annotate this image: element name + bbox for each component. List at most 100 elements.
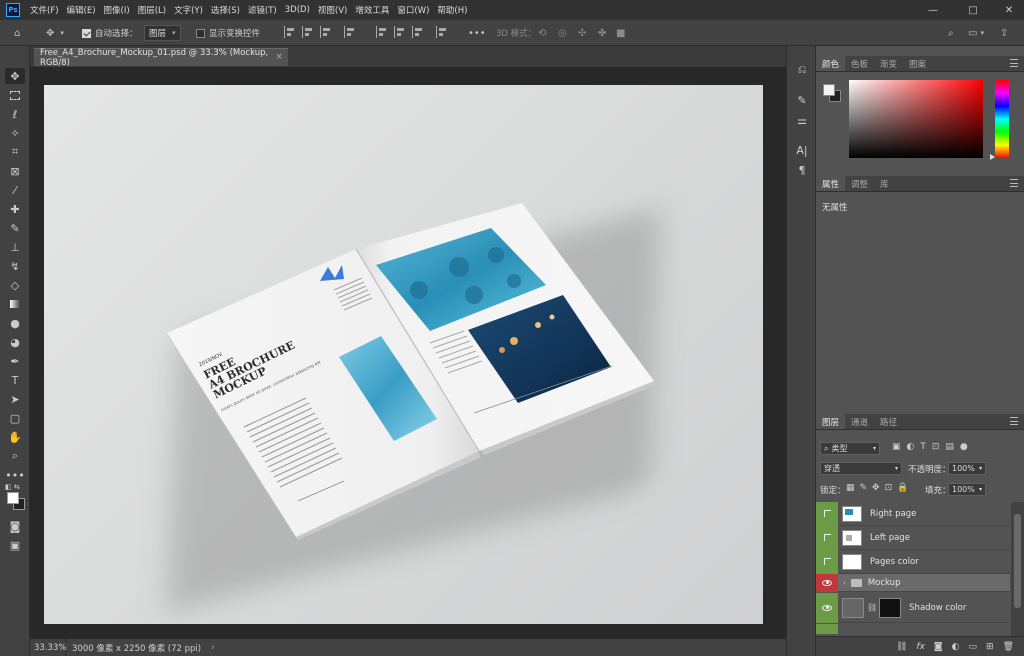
gradient-tool-icon[interactable] — [5, 296, 25, 312]
3d-slide-icon[interactable]: ✤ — [598, 20, 606, 46]
expand-group-chevron-icon[interactable]: › — [843, 579, 846, 587]
menu-view[interactable]: 视图(V) — [314, 4, 351, 16]
brush-tool-icon[interactable]: ✎ — [5, 220, 25, 236]
zoom-tool-icon[interactable]: ⌕ — [5, 448, 25, 464]
tab-channels[interactable]: 通道 — [845, 414, 874, 429]
layers-scrollbar-thumb[interactable] — [1014, 514, 1021, 608]
quick-mask-icon[interactable]: ◙ — [5, 518, 25, 534]
close-window-button[interactable]: ✕ — [996, 0, 1022, 20]
menu-edit[interactable]: 编辑(E) — [63, 4, 100, 16]
screen-mode-icon[interactable]: ▣ — [5, 537, 25, 553]
3d-roll-icon[interactable]: ◎ — [558, 20, 567, 46]
close-tab-icon[interactable]: × — [275, 52, 283, 62]
distribute-vertical-icon[interactable] — [436, 26, 448, 38]
layer-row-shadow-color[interactable]: ⛓ Shadow color — [816, 592, 1010, 623]
maximize-button[interactable]: □ — [960, 0, 986, 20]
distribute-icon[interactable] — [344, 26, 356, 38]
hue-slider[interactable] — [995, 80, 1009, 158]
healing-brush-tool-icon[interactable]: ✚ — [5, 201, 25, 217]
layer-visibility-toggle[interactable] — [816, 525, 838, 550]
layer-filter-icons[interactable]: ▣◐T⊡▤● — [892, 442, 974, 452]
panel-menu-icon[interactable] — [1010, 59, 1018, 67]
status-menu-arrow-icon[interactable]: › — [211, 643, 214, 653]
document-tab[interactable]: Free_A4_Brochure_Mockup_01.psd @ 33.3% (… — [34, 48, 288, 68]
frame-tool-icon[interactable]: ⊠ — [5, 163, 25, 179]
rectangle-tool-icon[interactable]: ▢ — [5, 410, 25, 426]
pen-tool-icon[interactable]: ✒ — [5, 353, 25, 369]
dodge-tool-icon[interactable]: ◕ — [5, 334, 25, 350]
clone-stamp-tool-icon[interactable]: ⊥ — [5, 239, 25, 255]
auto-select-checkbox[interactable]: 自动选择： — [82, 20, 138, 46]
layer-row-mockup-group[interactable]: › Mockup — [816, 573, 1010, 592]
move-tool-icon[interactable]: ✥ — [5, 68, 25, 84]
layer-visibility-toggle[interactable] — [816, 573, 838, 592]
layer-visibility-toggle[interactable] — [816, 501, 838, 526]
adjustment-layer-icon[interactable]: ◐ — [952, 642, 960, 652]
fx-icon[interactable]: fx — [916, 642, 925, 652]
path-selection-tool-icon[interactable]: ➤ — [5, 391, 25, 407]
color-field[interactable] — [849, 80, 983, 158]
layer-visibility-toggle[interactable] — [816, 592, 838, 623]
add-mask-icon[interactable]: ◙ — [934, 642, 943, 652]
trash-icon[interactable]: 🗑 — [1003, 642, 1014, 652]
lasso-tool-icon[interactable]: ℓ — [5, 106, 25, 122]
tab-libraries[interactable]: 库 — [874, 176, 895, 191]
show-transform-controls-checkbox[interactable]: 显示变换控件 — [196, 20, 260, 46]
crop-tool-icon[interactable]: ⌗ — [5, 144, 25, 160]
layer-filter-kind-dropdown[interactable]: ⌕ 类型 ▾ — [820, 442, 880, 455]
tab-patterns[interactable]: 图案 — [903, 56, 932, 71]
align-bottom-icon[interactable] — [412, 26, 424, 38]
default-colors-icon[interactable]: ◧ ⇆ — [5, 483, 20, 491]
share-icon[interactable]: ⇪ — [1000, 20, 1008, 46]
menu-type[interactable]: 文字(Y) — [170, 4, 207, 16]
brush-settings-icon[interactable]: ✎ — [794, 92, 810, 108]
adjustments-sliders-icon[interactable]: ⚌ — [794, 112, 810, 128]
eraser-tool-icon[interactable]: ◇ — [5, 277, 25, 293]
edit-toolbar-icon[interactable]: ••• — [5, 467, 25, 483]
lock-icons[interactable]: ▦✎✥⊡🔒 — [846, 483, 913, 493]
minimize-button[interactable]: — — [920, 0, 946, 20]
eyedropper-tool-icon[interactable]: ⁄ — [5, 182, 25, 198]
align-hcenter-icon[interactable] — [302, 26, 314, 38]
opacity-input[interactable]: 100% ▾ — [948, 462, 986, 475]
align-vcenter-icon[interactable] — [394, 26, 406, 38]
panel-menu-icon[interactable] — [1010, 417, 1018, 425]
3d-pan-icon[interactable]: ✣ — [578, 20, 586, 46]
align-left-icon[interactable] — [284, 26, 296, 38]
new-layer-icon[interactable]: ⊞ — [986, 642, 994, 652]
history-panel-icon[interactable]: ⎌ — [794, 62, 810, 78]
panel-menu-icon[interactable] — [1010, 179, 1018, 187]
marquee-tool-icon[interactable] — [5, 87, 25, 103]
tab-properties[interactable]: 属性 — [816, 176, 846, 191]
history-brush-tool-icon[interactable]: ↯ — [5, 258, 25, 274]
magic-wand-tool-icon[interactable]: ✧ — [5, 125, 25, 141]
layer-row-right-page[interactable]: Right page — [816, 501, 1010, 526]
layer-row-pages-color[interactable]: Pages color — [816, 549, 1010, 574]
hue-slider-handle[interactable] — [990, 154, 995, 160]
tab-layers[interactable]: 图层 — [816, 414, 846, 429]
search-icon[interactable]: ⌕ — [948, 20, 954, 46]
menu-filter[interactable]: 滤镜(T) — [244, 4, 281, 16]
foreground-color-swatch[interactable] — [7, 492, 19, 504]
3d-orbit-icon[interactable]: ⟲ — [538, 20, 546, 46]
blend-mode-dropdown[interactable]: 穿透 ▾ — [820, 462, 902, 475]
tab-gradients[interactable]: 渐变 — [874, 56, 903, 71]
layer-row-left-page[interactable]: Left page — [816, 525, 1010, 550]
menu-select[interactable]: 选择(S) — [207, 4, 244, 16]
3d-camera-icon[interactable]: ■ — [616, 20, 625, 46]
tab-paths[interactable]: 路径 — [874, 414, 903, 429]
link-layers-icon[interactable]: ⛓ — [896, 642, 907, 652]
menu-layer[interactable]: 图层(L) — [134, 4, 170, 16]
tab-color[interactable]: 颜色 — [816, 56, 846, 71]
chain-link-icon[interactable]: ⛓ — [867, 603, 877, 612]
layers-scrollbar[interactable] — [1011, 502, 1024, 636]
type-tool-icon[interactable]: T — [5, 372, 25, 388]
paragraph-panel-icon[interactable]: ¶ — [794, 162, 810, 178]
align-top-icon[interactable] — [376, 26, 388, 38]
new-group-icon[interactable]: ▭ — [969, 642, 978, 652]
tab-adjustments[interactable]: 调整 — [845, 176, 874, 191]
tab-swatches[interactable]: 色板 — [845, 56, 874, 71]
move-tool-preset-icon[interactable]: ✥ ▾ — [46, 20, 64, 46]
menu-3d[interactable]: 3D(D) — [281, 5, 314, 15]
auto-select-target-dropdown[interactable]: 图层 ▾ — [144, 25, 181, 41]
